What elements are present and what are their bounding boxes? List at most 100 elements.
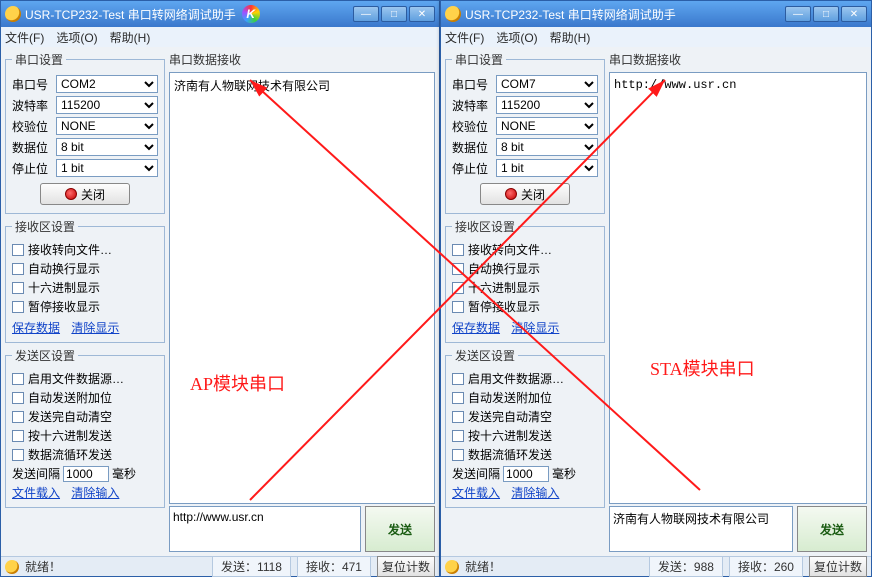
status-rx: 接收：260 (729, 556, 803, 577)
menu-options[interactable]: 选项(O) (496, 29, 537, 46)
send-settings-legend: 发送区设置 (452, 347, 518, 364)
titlebar[interactable]: USR-TCP232-Test 串口转网络调试助手 K — □ ✕ (1, 1, 439, 27)
port-label: 串口号 (12, 76, 52, 93)
hex-display-checkbox[interactable] (452, 282, 464, 294)
recv-textarea[interactable]: 济南有人物联网技术有限公司 (169, 72, 435, 504)
hex-send-label: 按十六进制发送 (28, 427, 112, 444)
auto-wrap-label: 自动换行显示 (468, 260, 540, 277)
maximize-button[interactable]: □ (813, 6, 839, 22)
port-select[interactable]: COM2 (56, 75, 158, 93)
recv-textarea[interactable]: http://www.usr.cn (609, 72, 867, 504)
append-bits-checkbox[interactable] (452, 392, 464, 404)
clear-display-link[interactable]: 清除显示 (71, 321, 119, 335)
reset-counter-button[interactable]: 复位计数 (377, 556, 435, 577)
auto-wrap-checkbox[interactable] (452, 263, 464, 275)
serial-toggle-button[interactable]: 关闭 (480, 183, 570, 205)
menu-file[interactable]: 文件(F) (445, 29, 484, 46)
titlebar[interactable]: USR-TCP232-Test 串口转网络调试助手 — □ ✕ (441, 1, 871, 27)
app-icon (445, 6, 461, 22)
minimize-button[interactable]: — (785, 6, 811, 22)
maximize-button[interactable]: □ (381, 6, 407, 22)
k-logo-icon: K (242, 5, 260, 23)
interval-input[interactable] (503, 466, 549, 482)
status-tx: 发送：1118 (212, 556, 291, 577)
baud-select[interactable]: 115200 (56, 96, 158, 114)
port-select[interactable]: COM7 (496, 75, 598, 93)
app-icon (5, 6, 21, 22)
hex-send-checkbox[interactable] (12, 430, 24, 442)
statusbar: 就绪！ 发送：1118 接收：471 复位计数 (1, 556, 439, 576)
window-title: USR-TCP232-Test 串口转网络调试助手 (25, 6, 236, 23)
append-bits-label: 自动发送附加位 (468, 389, 552, 406)
hex-display-label: 十六进制显示 (468, 279, 540, 296)
send-button[interactable]: 发送 (797, 506, 867, 552)
save-data-link[interactable]: 保存数据 (12, 321, 60, 335)
serial-toggle-label: 关闭 (521, 186, 545, 203)
pause-recv-checkbox[interactable] (12, 301, 24, 313)
send-button[interactable]: 发送 (365, 506, 435, 552)
file-source-label: 启用文件数据源… (28, 370, 124, 387)
clear-input-link[interactable]: 清除输入 (511, 486, 559, 500)
window-right: USR-TCP232-Test 串口转网络调试助手 — □ ✕ 文件(F) 选项… (440, 0, 872, 577)
file-load-link[interactable]: 文件载入 (12, 486, 60, 500)
stopbits-select[interactable]: 1 bit (56, 159, 158, 177)
append-bits-checkbox[interactable] (12, 392, 24, 404)
serial-toggle-button[interactable]: 关闭 (40, 183, 130, 205)
send-settings-legend: 发送区设置 (12, 347, 78, 364)
recv-text: 济南有人物联网技术有限公司 (174, 80, 330, 94)
file-source-checkbox[interactable] (452, 373, 464, 385)
append-bits-label: 自动发送附加位 (28, 389, 112, 406)
file-source-checkbox[interactable] (12, 373, 24, 385)
interval-input[interactable] (63, 466, 109, 482)
clear-input-link[interactable]: 清除输入 (71, 486, 119, 500)
menu-options[interactable]: 选项(O) (56, 29, 97, 46)
send-settings-group: 发送区设置 启用文件数据源… 自动发送附加位 发送完自动清空 按十六进制发送 数… (5, 347, 165, 508)
close-button[interactable]: ✕ (409, 6, 435, 22)
baud-label: 波特率 (12, 97, 52, 114)
databits-label: 数据位 (452, 139, 492, 156)
baud-select[interactable]: 115200 (496, 96, 598, 114)
stopbits-select[interactable]: 1 bit (496, 159, 598, 177)
auto-wrap-checkbox[interactable] (12, 263, 24, 275)
parity-select[interactable]: NONE (496, 117, 598, 135)
recv-to-file-checkbox[interactable] (452, 244, 464, 256)
reset-counter-button[interactable]: 复位计数 (809, 556, 867, 577)
interval-unit: 毫秒 (552, 465, 576, 482)
hex-display-label: 十六进制显示 (28, 279, 100, 296)
menu-help[interactable]: 帮助(H) (110, 29, 151, 46)
pause-recv-label: 暂停接收显示 (28, 298, 100, 315)
save-data-link[interactable]: 保存数据 (452, 321, 500, 335)
file-load-link[interactable]: 文件载入 (452, 486, 500, 500)
menubar: 文件(F) 选项(O) 帮助(H) (441, 27, 871, 47)
auto-wrap-label: 自动换行显示 (28, 260, 100, 277)
hex-display-checkbox[interactable] (12, 282, 24, 294)
auto-clear-checkbox[interactable] (452, 411, 464, 423)
serial-settings-group: 串口设置 串口号 COM7 波特率 115200 校验位 NONE 数据位 8 … (445, 51, 605, 214)
recv-to-file-checkbox[interactable] (12, 244, 24, 256)
loop-send-checkbox[interactable] (452, 449, 464, 461)
loop-send-label: 数据流循环发送 (28, 446, 112, 463)
status-ready: 就绪！ (465, 558, 501, 575)
menu-help[interactable]: 帮助(H) (550, 29, 591, 46)
stopbits-label: 停止位 (12, 160, 52, 177)
clear-display-link[interactable]: 清除显示 (511, 321, 559, 335)
parity-select[interactable]: NONE (56, 117, 158, 135)
pause-recv-checkbox[interactable] (452, 301, 464, 313)
send-text: 济南有人物联网技术有限公司 (613, 512, 769, 526)
close-button[interactable]: ✕ (841, 6, 867, 22)
send-textarea[interactable]: 济南有人物联网技术有限公司 (609, 506, 793, 552)
databits-select[interactable]: 8 bit (496, 138, 598, 156)
baud-label: 波特率 (452, 97, 492, 114)
hex-send-checkbox[interactable] (452, 430, 464, 442)
databits-select[interactable]: 8 bit (56, 138, 158, 156)
recv-settings-group: 接收区设置 接收转向文件… 自动换行显示 十六进制显示 暂停接收显示 保存数据 … (445, 218, 605, 343)
send-textarea[interactable]: http://www.usr.cn (169, 506, 361, 552)
recv-to-file-label: 接收转向文件… (28, 241, 112, 258)
recv-area-label: 串口数据接收 (609, 51, 867, 68)
minimize-button[interactable]: — (353, 6, 379, 22)
recv-settings-group: 接收区设置 接收转向文件… 自动换行显示 十六进制显示 暂停接收显示 保存数据 … (5, 218, 165, 343)
loop-send-checkbox[interactable] (12, 449, 24, 461)
parity-label: 校验位 (452, 118, 492, 135)
menu-file[interactable]: 文件(F) (5, 29, 44, 46)
auto-clear-checkbox[interactable] (12, 411, 24, 423)
